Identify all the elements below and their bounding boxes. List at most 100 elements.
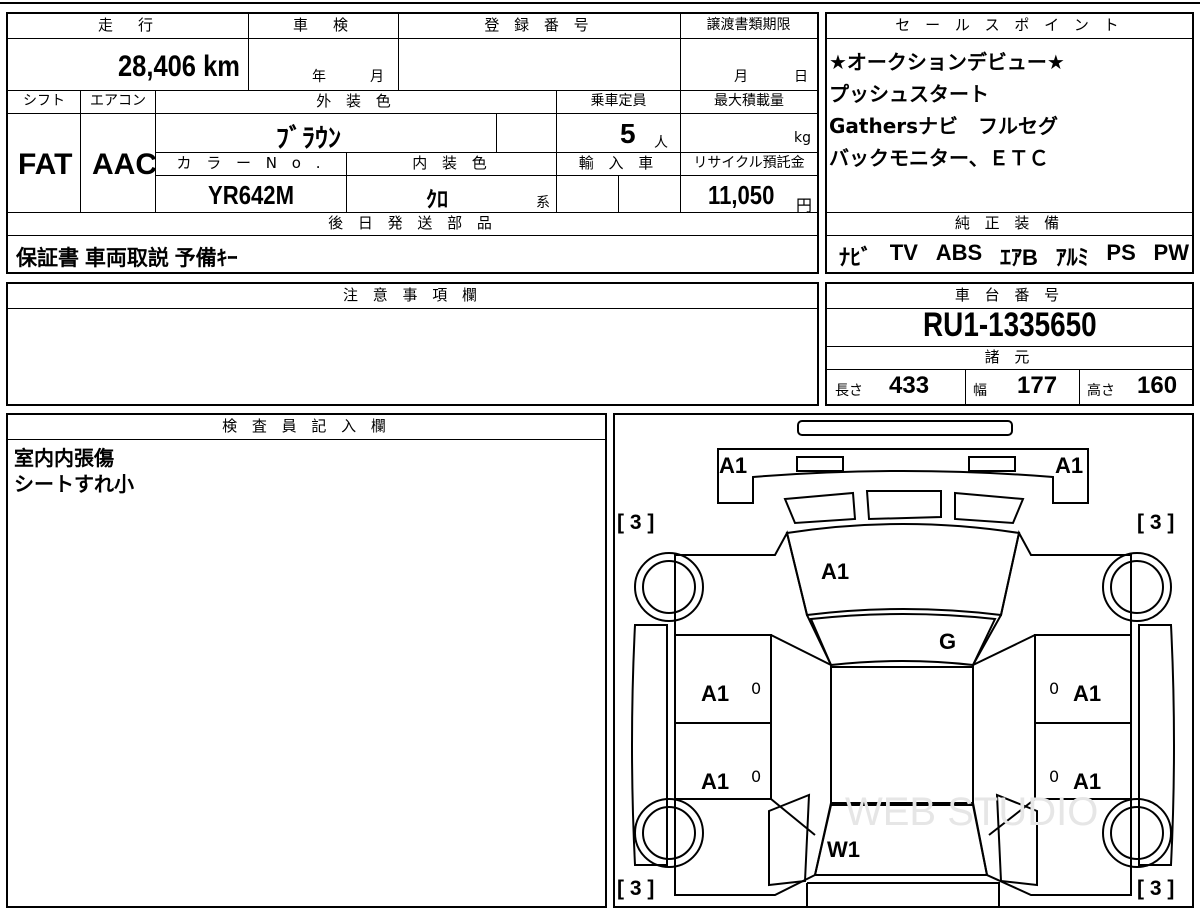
grille-right (954, 491, 1025, 525)
inspector-line-1: 室内内張傷 (14, 446, 114, 470)
colorno-header: カ ラ ー N o . (156, 153, 346, 176)
front-bumper (797, 420, 1013, 436)
interior-header: 内 装 色 (347, 153, 557, 176)
deadline-day: 日 (794, 69, 808, 85)
vehicle-info-box: 走 行 車 検 登 録 番 号 譲渡書類期限 28,406 km 年 月 月 日… (6, 12, 819, 274)
deadline-month: 月 (734, 69, 748, 85)
fender-left (631, 624, 668, 866)
watermark: WEB STUDIO (845, 790, 1098, 834)
tire-tr: [ 3 ] (1137, 511, 1175, 534)
notes-box: 注 意 事 項 欄 (6, 282, 819, 406)
tire-br: [ 3 ] (1137, 877, 1175, 900)
inspector-header: 検 査 員 記 入 欄 (8, 415, 605, 440)
equip-tv: TV (889, 240, 918, 265)
door-mark-fr: 0 (1049, 679, 1060, 698)
fender-right (1138, 624, 1175, 866)
equip-alloy: ｱﾙﾐ (1055, 245, 1089, 270)
col-line (155, 90, 156, 212)
rear-end (806, 882, 1000, 906)
equip-abs: ABS (935, 240, 983, 265)
exterior-value: ﾌﾞﾗｳﾝ (276, 123, 342, 153)
label-front-left: A1 (719, 453, 748, 478)
height-label: 高さ (1087, 383, 1115, 399)
equipment-header: 純 正 装 備 (827, 213, 1192, 236)
capacity-header: 乗車定員 (557, 91, 680, 114)
equip-ps: PS (1106, 240, 1136, 265)
windshield (809, 613, 997, 667)
height-value: 160 (1137, 372, 1178, 399)
chassis-box: 車 台 番 号 RU1-1335650 諸 元 長さ 433 幅 177 高さ … (825, 282, 1194, 406)
col-line (346, 152, 347, 212)
deadline-header: 譲渡書類期限 (680, 14, 817, 39)
equip-navi: ﾅﾋﾞ (839, 245, 873, 270)
door-mark-rl: 0 (751, 767, 762, 786)
car-diagram: WEB STUDIO (631, 420, 1175, 906)
length-value: 433 (889, 372, 930, 399)
spec-header: 諸 元 (827, 347, 1192, 370)
equipment-list: ﾅﾋﾞ TV ABS ｴｱB ｱﾙﾐ PS PW (839, 240, 1189, 272)
front-nose (717, 448, 1089, 504)
inspector-notes: 室内内張傷 シートすれ小 (14, 445, 134, 497)
sales-point-lines: ★オークションデビュー★ プッシュスタート Gathersナビ フルセグ バック… (829, 46, 1189, 174)
later-parts-header: 後 日 発 送 部 品 (8, 213, 817, 236)
inspection-month: 月 (370, 69, 384, 85)
exterior-header: 外 装 色 (156, 91, 556, 114)
col-line (398, 14, 399, 90)
sales-point-box: セ ー ル ス ポ イ ン ト ★オークションデビュー★ プッシュスタート Ga… (825, 12, 1194, 274)
mileage-header: 走 行 (8, 14, 248, 39)
aircon-header: エアコン (81, 91, 155, 114)
col-line (680, 90, 681, 212)
col-line (556, 90, 557, 212)
door-mark-rr: 0 (1049, 767, 1060, 786)
sales-line-4: バックモニター、ＥＴＣ (829, 146, 1049, 170)
tire-bl: [ 3 ] (617, 877, 655, 900)
col-line (1079, 369, 1080, 404)
col-line (680, 14, 681, 90)
width-value: 177 (1017, 372, 1058, 399)
recycle-value: 11,050 (708, 180, 775, 210)
right-body (972, 530, 1132, 896)
grille-center (865, 490, 942, 521)
label-front-right: A1 (1055, 453, 1084, 478)
maxload-header: 最大積載量 (681, 91, 817, 114)
wheel-front-right (1102, 552, 1172, 622)
notes-header: 注 意 事 項 欄 (8, 284, 817, 309)
label-hood: A1 (821, 559, 850, 584)
maxload-unit: kg (794, 130, 811, 146)
col-line (618, 175, 619, 212)
col-line (80, 90, 81, 212)
chassis-number: RU1-1335650 (922, 306, 1097, 344)
later-parts-value: 保証書 車両取説 予備ｷｰ (16, 247, 238, 270)
car-diagram-box: WEB STUDIO A1 A1 A1 G A1 A1 A1 A1 W1 0 0… (613, 413, 1194, 908)
aircon-value: AAC (92, 148, 157, 181)
colorno-value: YR642M (208, 180, 294, 210)
equip-airbag: ｴｱB (999, 245, 1038, 270)
col-line (496, 113, 497, 152)
headlight-left (796, 456, 844, 472)
interior-value: ｸﾛ (426, 187, 449, 212)
sales-line-2: プッシュスタート (829, 82, 989, 106)
label-rear-door-right: A1 (1073, 769, 1102, 794)
length-label: 長さ (835, 383, 863, 399)
grille-left (783, 491, 857, 525)
mileage-value: 28,406 km (118, 50, 240, 83)
mileage-unit: km (203, 50, 240, 83)
inspector-line-2: シートすれ小 (14, 472, 134, 496)
registration-header: 登 録 番 号 (398, 14, 680, 39)
sales-point-header: セ ー ル ス ポ イ ン ト (827, 14, 1192, 39)
width-label: 幅 (973, 383, 987, 399)
wheel-front-left (634, 552, 704, 622)
import-header: 輸 入 車 (557, 153, 680, 176)
recycle-header: リサイクル預託金 (681, 153, 817, 176)
col-line (248, 14, 249, 90)
capacity-unit: 人 (654, 135, 668, 151)
capacity-value: 5 (620, 118, 636, 149)
door-mark-fl: 0 (751, 679, 762, 698)
headlight-right (968, 456, 1016, 472)
interior-suffix: 系 (536, 195, 550, 211)
roof (830, 666, 974, 804)
wheel-rear-left (634, 798, 704, 868)
equip-pw: PW (1153, 240, 1189, 265)
label-front-door-left: A1 (701, 681, 730, 706)
label-windshield: G (939, 629, 957, 654)
